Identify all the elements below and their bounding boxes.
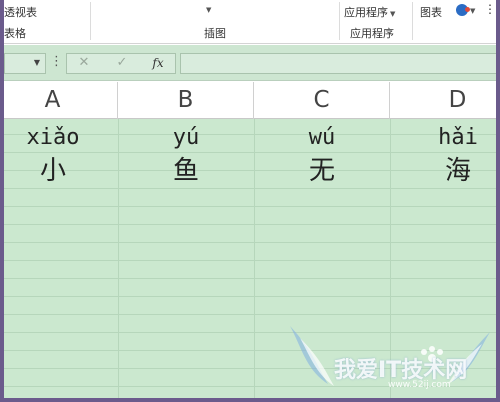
chart-button[interactable]: 图表 <box>420 4 442 20</box>
column-headers: A B C D <box>4 82 496 119</box>
illustrations-dropdown-caret[interactable]: ▼ <box>204 2 211 15</box>
apps-button-label: 应用程序 <box>344 6 388 19</box>
chevron-down-icon: ▼ <box>390 10 396 18</box>
formula-buttons: ✕ ✓ fx <box>66 53 176 74</box>
cell-d1[interactable]: hǎi <box>390 124 496 152</box>
cell-c1[interactable]: wú <box>254 124 390 152</box>
maps-button[interactable]: ▼ <box>456 3 475 16</box>
formula-input[interactable] <box>180 53 496 74</box>
tables-group-label: 表格 <box>4 27 26 40</box>
excel-window: 透视表 表格 ▼ 插图 应用程序 ▼ 应用程序 图表 ▼ ⋮ ▼ ⋮ ✕ ✓ fx… <box>4 0 496 398</box>
insert-function-icon[interactable]: fx <box>147 56 169 70</box>
column-header-b[interactable]: B <box>118 82 254 119</box>
column-header-c[interactable]: C <box>254 82 390 119</box>
cell-c2[interactable]: 无 <box>254 155 390 187</box>
column-header-d[interactable]: D <box>390 82 496 119</box>
globe-icon <box>456 4 470 16</box>
cancel-icon[interactable]: ✕ <box>73 55 95 70</box>
cell-a2[interactable]: 小 <box>4 155 118 187</box>
apps-button[interactable]: 应用程序 ▼ <box>344 4 395 20</box>
name-box[interactable]: ▼ <box>4 53 46 74</box>
ribbon-more-icon[interactable]: ⋮ <box>484 2 496 16</box>
enter-icon[interactable]: ✓ <box>111 55 133 70</box>
ribbon-separator <box>412 2 413 40</box>
column-header-a[interactable]: A <box>4 82 118 119</box>
formula-bar: ▼ ⋮ ✕ ✓ fx <box>4 45 496 81</box>
chevron-down-icon[interactable]: ▼ <box>34 58 40 67</box>
cell-d2[interactable]: 海 <box>390 155 496 187</box>
cell-b1[interactable]: yú <box>118 124 254 152</box>
ribbon: 透视表 表格 ▼ 插图 应用程序 ▼ 应用程序 图表 ▼ ⋮ <box>4 0 496 44</box>
illustrations-group-label: 插图 <box>204 27 226 40</box>
chevron-down-icon: ▼ <box>470 7 476 15</box>
cell-b2[interactable]: 鱼 <box>118 155 254 187</box>
pivot-table-button[interactable]: 透视表 <box>4 4 37 20</box>
drag-handle-icon[interactable]: ⋮ <box>50 54 63 69</box>
apps-group-label: 应用程序 <box>350 27 394 40</box>
cell-a1[interactable]: xiǎo <box>4 124 118 152</box>
ribbon-separator <box>339 2 340 40</box>
ribbon-separator <box>90 2 91 40</box>
